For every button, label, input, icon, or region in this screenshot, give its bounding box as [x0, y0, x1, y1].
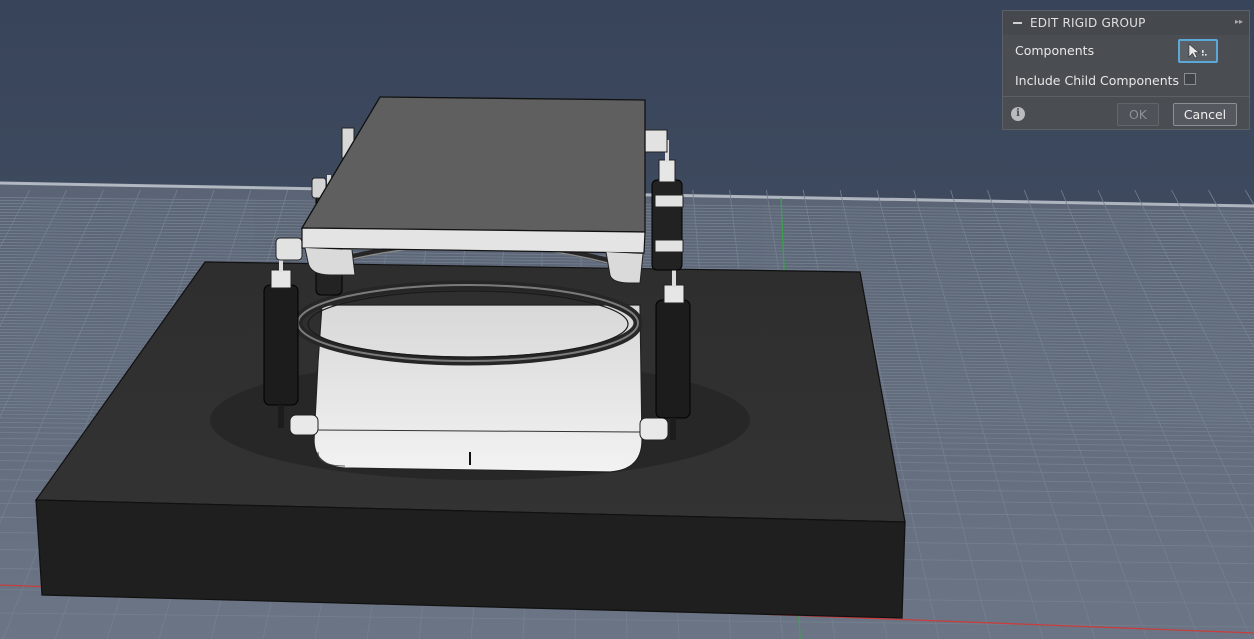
lower-tray[interactable]: [289, 304, 669, 473]
include-child-checkbox[interactable]: [1184, 73, 1196, 85]
dialog-title: EDIT RIGID GROUP: [1030, 16, 1146, 30]
edit-rigid-group-dialog: EDIT RIGID GROUP ▸▸ Components Include C…: [1002, 10, 1250, 130]
dialog-divider: [1003, 96, 1249, 97]
minus-icon[interactable]: [1013, 22, 1022, 24]
cancel-button[interactable]: Cancel: [1173, 103, 1237, 126]
info-icon[interactable]: i: [1011, 107, 1025, 121]
components-select-button[interactable]: [1178, 39, 1218, 63]
include-child-row: Include Child Components: [1015, 69, 1237, 91]
cursor-arrow-icon: [1188, 43, 1207, 59]
ok-button[interactable]: OK: [1117, 103, 1159, 126]
components-label: Components: [1015, 42, 1095, 58]
double-chevron-right-icon[interactable]: ▸▸: [1235, 17, 1243, 26]
dialog-header: EDIT RIGID GROUP ▸▸: [1003, 11, 1249, 35]
include-child-label: Include Child Components: [1015, 72, 1180, 88]
